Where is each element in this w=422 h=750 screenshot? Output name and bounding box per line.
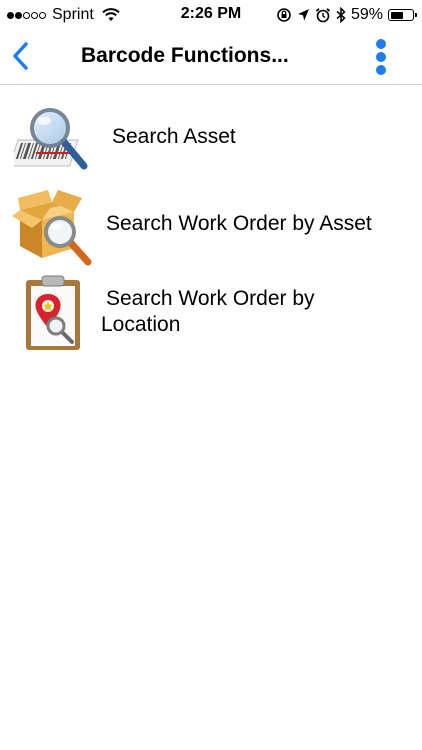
alarm-icon <box>315 8 331 23</box>
bluetooth-icon <box>336 7 346 23</box>
search-work-order-by-location-item[interactable]: Search Work Order by Location <box>0 270 422 354</box>
navigation-bar: Barcode Functions... <box>0 30 422 85</box>
page-title: Barcode Functions... <box>81 44 289 67</box>
battery-icon <box>388 9 417 21</box>
search-asset-label: Search Asset <box>112 125 236 148</box>
more-options-button[interactable] <box>370 37 392 77</box>
search-work-order-by-asset-label: Search Work Order by Asset <box>106 212 372 235</box>
status-bar: Sprint 2:26 PM 59% <box>0 0 422 30</box>
back-button[interactable] <box>8 39 34 73</box>
location-arrow-icon <box>297 9 309 21</box>
search-work-order-by-location-label-line2: Location <box>101 313 181 336</box>
battery-percent: 59% <box>350 6 383 23</box>
search-work-order-by-asset-item[interactable]: Search Work Order by Asset <box>0 182 422 268</box>
chevron-left-icon <box>13 42 28 70</box>
search-work-order-by-location-label-line1: Search Work Order by <box>106 287 315 310</box>
status-right: 59% <box>276 5 417 25</box>
search-asset-item[interactable]: Search Asset <box>0 96 422 180</box>
barcode-search-icon <box>14 108 88 170</box>
box-search-icon <box>12 190 92 266</box>
clipboard-location-icon <box>26 275 80 350</box>
rotation-lock-icon <box>277 8 291 22</box>
battery-level <box>390 11 403 19</box>
